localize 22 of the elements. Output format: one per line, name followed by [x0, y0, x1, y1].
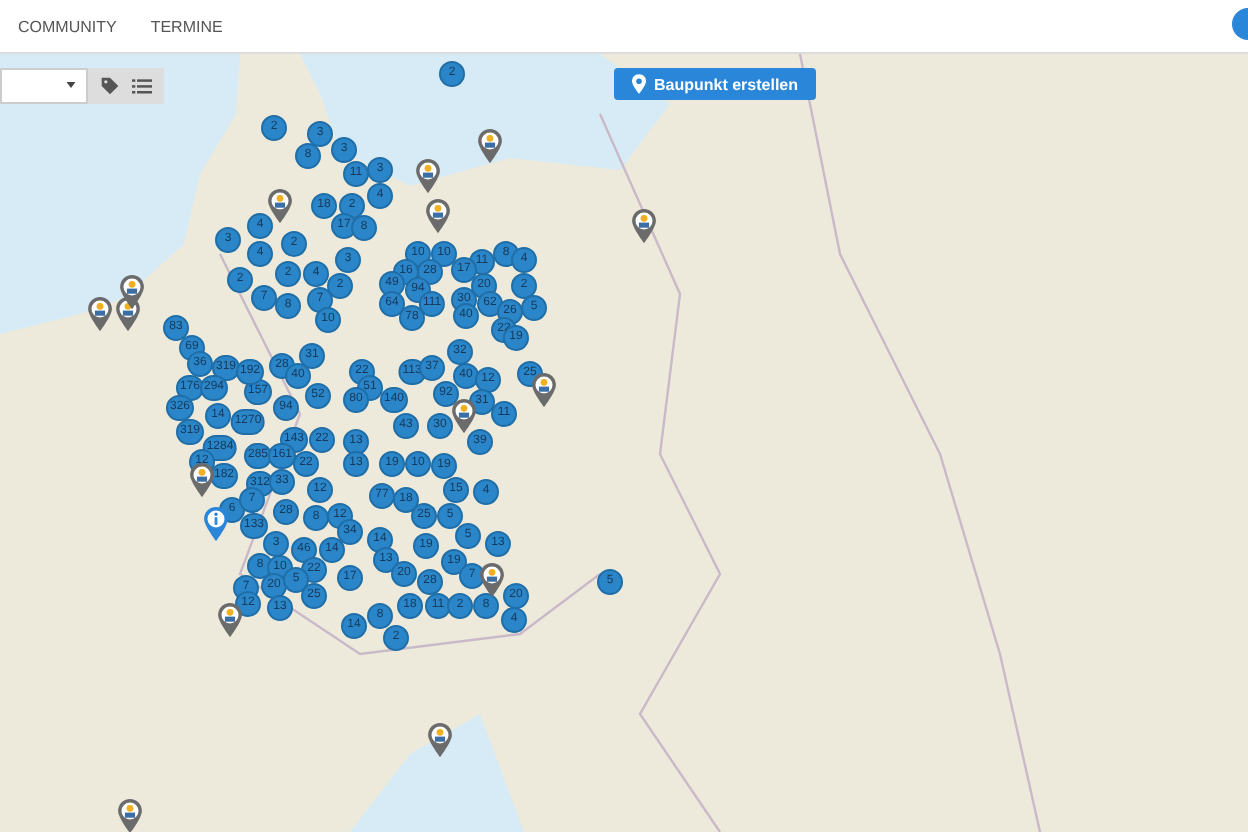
construction-pin-icon[interactable] — [452, 399, 476, 433]
construction-pin-icon[interactable] — [532, 373, 556, 407]
caret-icon — [66, 82, 76, 88]
tag-icon — [100, 76, 120, 96]
construction-pin-icon[interactable] — [632, 209, 656, 243]
construction-pin-icon[interactable] — [190, 463, 214, 497]
nav-link[interactable]: TERMINE — [150, 17, 223, 35]
construction-pin-icon[interactable] — [218, 603, 242, 637]
construction-pin-icon[interactable] — [480, 563, 504, 597]
construction-pin-icon[interactable] — [120, 275, 144, 309]
construction-pin-icon[interactable] — [416, 159, 440, 193]
construction-pin-icon[interactable] — [426, 199, 450, 233]
construction-pin-icon[interactable] — [88, 297, 112, 331]
location-pin-icon — [632, 74, 646, 94]
list-icon — [132, 76, 152, 96]
construction-pin-icon[interactable] — [268, 189, 292, 223]
nav-link[interactable]: COMMUNITY — [18, 17, 117, 35]
construction-pin-icon[interactable] — [478, 129, 502, 163]
info-pin-icon[interactable] — [204, 507, 228, 541]
construction-pin-icon[interactable] — [118, 799, 142, 832]
create-point-button[interactable]: Baupunkt erstellen — [614, 68, 817, 100]
construction-pin-icon[interactable] — [428, 723, 452, 757]
